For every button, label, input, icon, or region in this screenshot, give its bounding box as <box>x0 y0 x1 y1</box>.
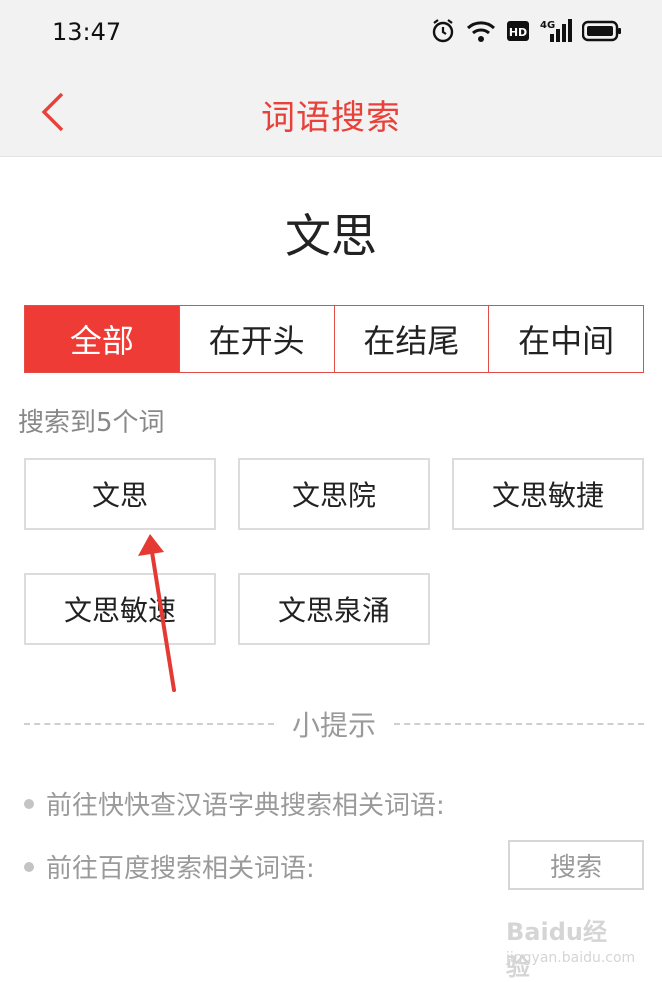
tip-line-1-text: 前往快快查汉语字典搜索相关词语: <box>46 791 445 821</box>
alarm-icon <box>430 18 456 44</box>
signal-4g-icon: 4G <box>540 18 572 44</box>
tab-at-start[interactable]: 在开头 <box>178 306 334 372</box>
watermark-sub: jingyan.baidu.com <box>506 950 636 966</box>
hd-icon: HD <box>506 19 530 43</box>
tips-title: 小提示 <box>292 709 377 742</box>
tab-in-middle[interactable]: 在中间 <box>488 306 643 372</box>
dashed-line <box>394 723 645 725</box>
status-time: 13:47 <box>52 18 122 46</box>
wifi-icon <box>466 19 496 43</box>
tab-at-end[interactable]: 在结尾 <box>333 306 489 372</box>
result-word-button[interactable]: 文思敏速 <box>24 573 216 645</box>
battery-icon <box>582 20 622 42</box>
tip-kuaikuaicha[interactable]: 前往快快查汉语字典搜索相关词语: <box>24 785 445 822</box>
baidu-search-button[interactable]: 搜索 <box>508 840 644 890</box>
result-word-button[interactable]: 文思 <box>24 458 216 530</box>
tip-line-2-text: 前往百度搜索相关词语: <box>46 854 315 884</box>
bullet-dot-icon <box>24 861 34 872</box>
result-word-button[interactable]: 文思院 <box>238 458 430 530</box>
filter-tabs: 全部 在开头 在结尾 在中间 <box>24 305 644 373</box>
status-bar: 13:47 HD 4G <box>0 0 662 68</box>
page-title: 词语搜索 <box>261 98 401 138</box>
watermark-logo: Baidu经验 jingyan.baidu.com <box>506 912 635 981</box>
network-label: 4G <box>540 20 555 31</box>
bullet-dot-icon <box>24 798 34 809</box>
tips-divider: 小提示 <box>24 704 645 744</box>
tip-baidu: 前往百度搜索相关词语: <box>24 848 315 885</box>
tab-all[interactable]: 全部 <box>25 306 179 372</box>
dashed-line <box>24 723 274 725</box>
query-word: 文思 <box>285 209 377 263</box>
status-icons: HD 4G <box>430 18 622 44</box>
result-word-button[interactable]: 文思敏捷 <box>452 458 644 530</box>
hd-label: HD <box>509 26 527 39</box>
nav-bar: 词语搜索 <box>0 68 662 157</box>
watermark-main: Baidu经验 <box>506 918 607 981</box>
results-grid: 文思 文思院 文思敏捷 文思敏速 文思泉涌 <box>24 458 644 645</box>
result-count: 搜索到5个词 <box>18 408 165 438</box>
result-word-button[interactable]: 文思泉涌 <box>238 573 430 645</box>
